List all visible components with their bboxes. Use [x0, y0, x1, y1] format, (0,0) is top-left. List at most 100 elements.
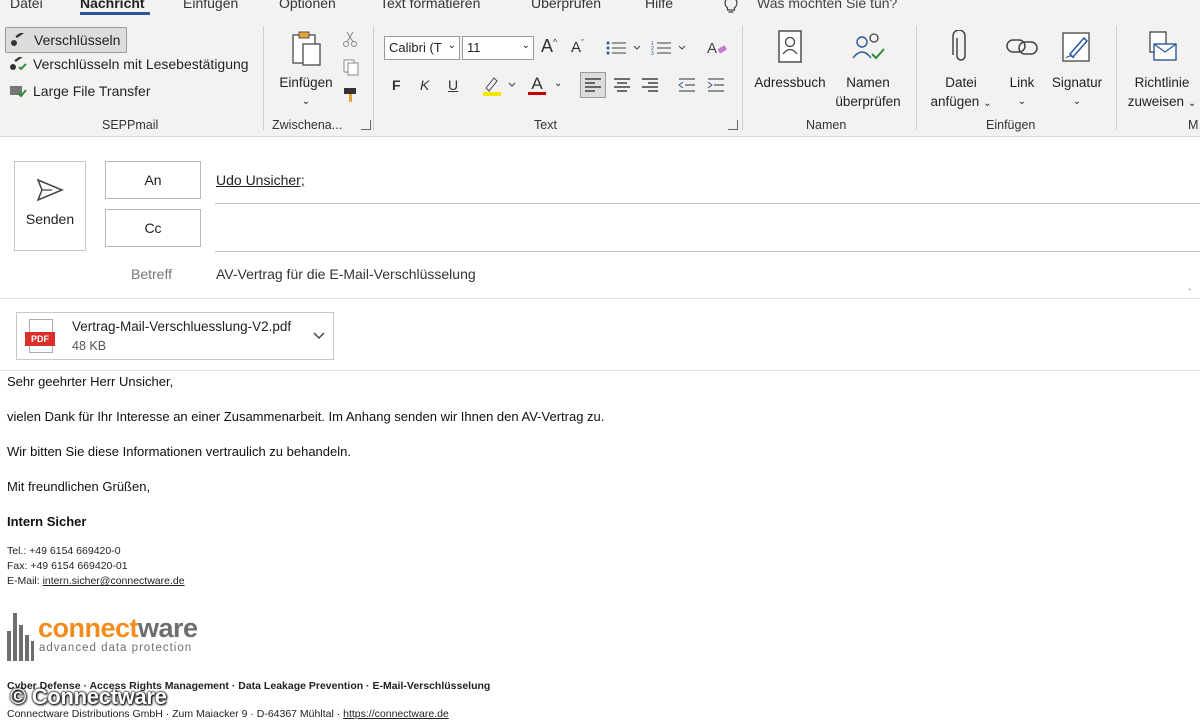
tell-me-search[interactable]: Was möchten Sie tun?	[757, 0, 897, 11]
paste-button[interactable]: Einfügen ⌄	[276, 30, 336, 111]
large-file-transfer-button[interactable]: Large File Transfer	[9, 83, 151, 99]
numbering-icon[interactable]: 123	[651, 40, 691, 56]
chevron-down-icon[interactable]	[313, 331, 325, 341]
clear-formatting-icon[interactable]: A	[706, 38, 728, 58]
to-button[interactable]: An	[105, 161, 201, 199]
attachment-size: 48 KB	[72, 339, 107, 353]
tab-review[interactable]: Überprüfen	[531, 0, 601, 11]
chevron-down-icon: ⌄	[301, 96, 311, 107]
font-name-combo[interactable]: Calibri (T ⌄	[384, 36, 460, 60]
text-dialog-launcher[interactable]	[728, 120, 738, 130]
paste-label: Einfügen	[279, 75, 333, 90]
svg-text:A: A	[707, 40, 717, 57]
tab-options[interactable]: Optionen	[279, 0, 336, 11]
caret-down-icon: ˇ	[581, 38, 585, 48]
to-field[interactable]: Udo Unsicher;	[216, 172, 305, 188]
tab-message[interactable]: Nachricht	[80, 0, 145, 11]
check-names-button[interactable]: Namen überprüfen	[830, 30, 906, 111]
encrypt-receipt-label: Verschlüsseln mit Lesebestätigung	[33, 56, 249, 72]
attachment-card[interactable]: PDF Vertrag-Mail-Verschluesslung-V2.pdf …	[16, 312, 334, 360]
file-transfer-icon	[10, 86, 27, 98]
copyright-watermark: © Connectware	[10, 684, 167, 709]
signature-email-line: E-Mail: intern.sicher@connectware.de	[7, 575, 185, 587]
address-book-label: Adressbuch	[754, 75, 826, 90]
grow-font-button[interactable]: A^	[541, 36, 557, 57]
cc-field-underline	[215, 251, 1200, 252]
connectware-logo-wordmark-part-1: connect	[38, 613, 139, 643]
connectware-logo-tagline: advanced data protection	[39, 642, 193, 654]
tab-help[interactable]: Hilfe	[645, 0, 673, 11]
subject-field[interactable]: AV-Vertrag für die E-Mail-Verschlüsselun…	[216, 266, 476, 282]
body-greeting: Sehr geehrter Herr Unsicher,	[7, 374, 174, 389]
paperclip-icon	[952, 29, 966, 61]
align-left-icon[interactable]	[580, 72, 606, 98]
align-right-icon[interactable]	[640, 76, 660, 94]
font-color-glyph: A	[531, 74, 543, 93]
pdf-badge: PDF	[25, 332, 55, 346]
shrink-font-glyph: A	[571, 39, 582, 56]
link-icon	[1006, 39, 1038, 55]
svg-text:3: 3	[651, 51, 654, 56]
signature-website-link[interactable]: https://connectware.de	[343, 708, 449, 720]
copy-icon[interactable]	[342, 58, 360, 76]
font-size-combo[interactable]: 11 ⌄	[462, 36, 534, 60]
decrease-indent-icon[interactable]	[677, 76, 697, 94]
encrypt-receipt-button[interactable]: Verschlüsseln mit Lesebestätigung	[9, 56, 249, 72]
increase-indent-icon[interactable]	[706, 76, 726, 94]
bullets-icon[interactable]	[606, 40, 646, 56]
assign-policy-label-line-2-text: zuweisen	[1127, 94, 1185, 109]
clipboard-dialog-launcher[interactable]	[361, 120, 371, 130]
attach-file-label-line-2-text: anfügen	[930, 94, 980, 109]
assign-policy-button[interactable]: Richtlinie zuweisen ⌄	[1124, 30, 1200, 113]
tab-format-text[interactable]: Text formatieren	[380, 0, 480, 11]
connectware-logo-wordmark: connectware	[38, 613, 198, 644]
signature-email-link[interactable]: intern.sicher@connectware.de	[43, 575, 185, 587]
encrypt-button[interactable]: Verschlüsseln	[5, 27, 128, 53]
group-separator	[373, 26, 374, 130]
group-separator	[263, 26, 264, 130]
assign-policy-label-line-2: zuweisen ⌄	[1124, 92, 1200, 113]
connectware-logo-bars-icon	[7, 613, 34, 661]
policy-group-label: M	[1188, 118, 1199, 132]
font-color-button[interactable]: A	[528, 74, 546, 95]
key-icon	[11, 33, 26, 46]
signature-email-label: E-Mail:	[7, 575, 43, 587]
chevron-down-icon[interactable]: ⌄	[554, 78, 562, 89]
scissors-icon[interactable]	[342, 30, 358, 48]
address-book-button[interactable]: Adressbuch	[750, 30, 830, 92]
chevron-down-icon: ⌄	[983, 98, 992, 109]
italic-button[interactable]: K	[420, 77, 429, 93]
underline-button[interactable]: U	[448, 77, 458, 93]
font-size-value: 11	[467, 40, 481, 55]
encrypt-label: Verschlüsseln	[34, 32, 121, 48]
chevron-down-icon: ⌄	[1072, 96, 1082, 107]
large-file-transfer-label: Large File Transfer	[33, 83, 151, 99]
group-separator	[742, 26, 743, 130]
cc-field[interactable]	[216, 220, 1116, 240]
cc-button[interactable]: Cc	[105, 209, 201, 247]
caret-up-icon: ^	[553, 37, 558, 47]
link-button[interactable]: Link ⌄	[1000, 30, 1044, 111]
grow-font-glyph: A	[541, 36, 554, 56]
highlight-icon[interactable]	[481, 74, 521, 98]
tab-file[interactable]: Datei	[10, 0, 43, 11]
names-group-label: Namen	[806, 118, 847, 132]
send-icon	[36, 178, 64, 202]
format-painter-icon[interactable]	[342, 86, 360, 104]
signature-button[interactable]: Signatur ⌄	[1047, 30, 1107, 111]
text-group-label: Text	[534, 118, 557, 132]
attach-file-button[interactable]: Datei anfügen ⌄	[926, 29, 996, 113]
group-separator	[1116, 26, 1117, 130]
signature-phone: Tel.: +49 6154 669420-0	[7, 545, 121, 557]
align-center-icon[interactable]	[612, 76, 632, 94]
attach-file-label-line-2: anfügen ⌄	[926, 92, 996, 113]
shrink-font-button[interactable]: Aˇ	[571, 38, 584, 56]
send-button[interactable]: Senden	[14, 161, 86, 251]
signature-label: Signatur	[1051, 75, 1103, 90]
clipboard-icon	[292, 31, 321, 66]
insert-group-label: Einfügen	[986, 118, 1036, 132]
bold-button[interactable]: F	[392, 77, 401, 93]
tab-insert[interactable]: Einfügen	[183, 0, 238, 11]
attach-file-label-line-1: Datei	[945, 75, 977, 90]
signature-name: Intern Sicher	[7, 514, 87, 529]
